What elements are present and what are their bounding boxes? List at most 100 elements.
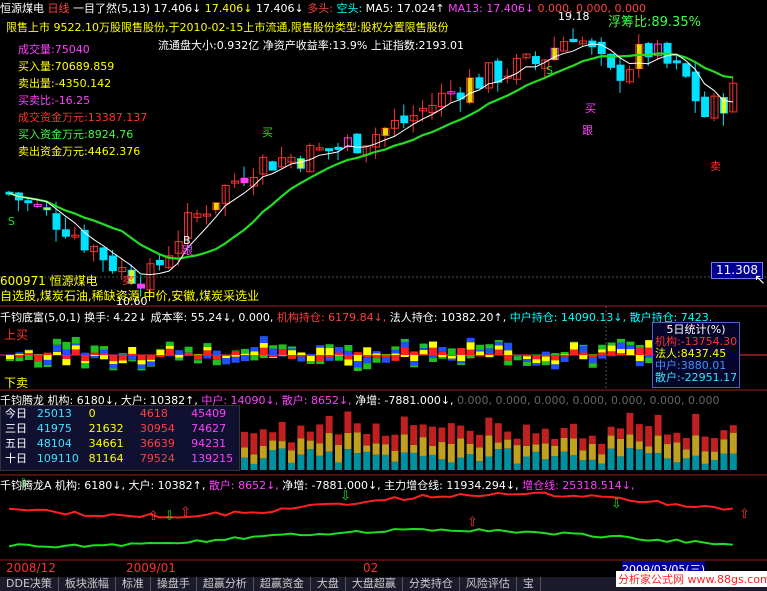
panel1-bar (457, 361, 466, 364)
panel2-bar (485, 456, 493, 470)
candle-body (325, 148, 334, 152)
panel2-bar (532, 433, 540, 445)
panel1-bar (231, 355, 240, 357)
panel1-bar (297, 352, 306, 355)
panel1-bar (316, 355, 325, 362)
tab-10[interactable]: 宝 (517, 577, 541, 591)
panel3-title[interactable]: 千钧腾龙A (0, 479, 52, 492)
panel1-bar (344, 355, 353, 360)
panel2-bar (560, 451, 568, 470)
panel2-bar (626, 434, 634, 449)
panel2-bar (635, 424, 643, 442)
panel1-bar (626, 355, 635, 356)
panel1-bar (457, 348, 466, 355)
panel2-bar (513, 438, 521, 446)
panel1-bar (372, 358, 381, 363)
tab-3[interactable]: 操盘手 (151, 577, 197, 591)
panel2-bar (635, 449, 643, 470)
panel1-bar (184, 346, 193, 353)
tab-7[interactable]: 大盘超赢 (346, 577, 403, 591)
panel1-bar (335, 355, 343, 361)
candle-body (531, 56, 540, 65)
panel1-header: 千钧底富(5,0,1) 换手: 4.22↓ 成本率: 55.24↓, 0.000… (0, 309, 712, 325)
panel2-bar (598, 443, 606, 455)
panel1-bar (250, 351, 259, 355)
table-cell: 十日 (5, 452, 27, 465)
panel1-bar (43, 352, 52, 355)
panel1-bar (541, 351, 550, 355)
tab-0[interactable]: DDE决策 (0, 577, 59, 591)
panel2-bar (504, 431, 512, 440)
retail-value: 散户: 8652↓, (208, 479, 279, 492)
panel2-bar (306, 449, 314, 470)
panel1-bar (335, 352, 343, 355)
panel1-title[interactable]: 千钧底富(5,0,1) (0, 311, 81, 324)
panel1-bar (344, 359, 353, 366)
panel2-bar (278, 421, 286, 442)
cursor-arrow-icon: ↖ (754, 272, 766, 288)
tab-5[interactable]: 超赢资金 (254, 577, 311, 591)
panel2-bar (316, 424, 324, 444)
panel1-bar (626, 341, 635, 346)
five-day-stats-box: 5日统计(%) 机构:-13754.30 法人:8437.45 中户:3880.01… (652, 322, 740, 388)
panel2-bar (617, 428, 624, 439)
table-cell: 今日 (5, 407, 27, 420)
stat-row: 买入资金万元:8924.76 (18, 126, 147, 143)
panel1-bar (316, 347, 325, 355)
stat-label: 成交量: (18, 43, 55, 56)
panel1-bar (156, 348, 165, 350)
panel1-bar (382, 357, 390, 363)
panel1-bar (476, 349, 484, 352)
panel2-bar (363, 445, 371, 452)
marker-s: S (8, 215, 15, 228)
inst-holding: 机构持仓: 6179.84↓, (276, 311, 387, 324)
panel2-bar (579, 460, 587, 470)
panel2-bar (541, 443, 549, 460)
panel1-bar (541, 356, 550, 362)
tab-1[interactable]: 板块涨幅 (59, 577, 116, 591)
panel1-bar (466, 337, 475, 343)
panel2-bar (532, 451, 540, 470)
panel2-bar (729, 425, 737, 433)
panel1-bar (81, 362, 90, 369)
panel1-bar (579, 352, 588, 355)
panel1-bar (62, 341, 71, 350)
panel2-bar (466, 430, 474, 444)
panel2-bar (447, 423, 455, 444)
panel1-bar (100, 352, 108, 355)
tab-8[interactable]: 分类持仓 (403, 577, 460, 591)
panel2-bar (429, 426, 436, 447)
tab-6[interactable]: 大盘 (311, 577, 346, 591)
panel1-bar (541, 361, 550, 366)
table-row: 十日 109110 81164 79524 139215 (1, 451, 239, 466)
stat-label: 卖出量: (18, 77, 55, 90)
panel1-bar (306, 361, 315, 364)
stat-value: 75040 (54, 43, 90, 56)
panel2-bar (588, 435, 596, 444)
panel2-bar (513, 463, 521, 470)
panel2-bar (391, 451, 399, 462)
inst-value: 机构: 6180↓, (55, 479, 125, 492)
tab-9[interactable]: 风险评估 (460, 577, 517, 591)
panel1-bar (81, 361, 90, 363)
panel1-bar (570, 341, 578, 343)
panel1-bar (278, 344, 287, 350)
panel2-bar (325, 451, 333, 470)
high-price-label: 19.18 (558, 10, 590, 23)
panel2-bar (579, 438, 587, 451)
table-cell: 79524 (139, 452, 175, 465)
panel2-bar (588, 443, 596, 460)
panel1-bar (278, 349, 287, 355)
panel2-bar (701, 451, 709, 464)
panel1-bar (194, 354, 202, 355)
table-cell: 30954 (139, 422, 175, 435)
panel1-bar (137, 355, 146, 361)
panel1-bar (363, 355, 372, 358)
candle-body (597, 41, 606, 55)
panel1-bar (560, 354, 569, 355)
panel2-bar (720, 430, 728, 440)
tab-2[interactable]: 标准 (116, 577, 151, 591)
tab-4[interactable]: 超赢分析 (197, 577, 254, 591)
panel1-bar (109, 368, 118, 371)
candle-body (108, 255, 117, 272)
